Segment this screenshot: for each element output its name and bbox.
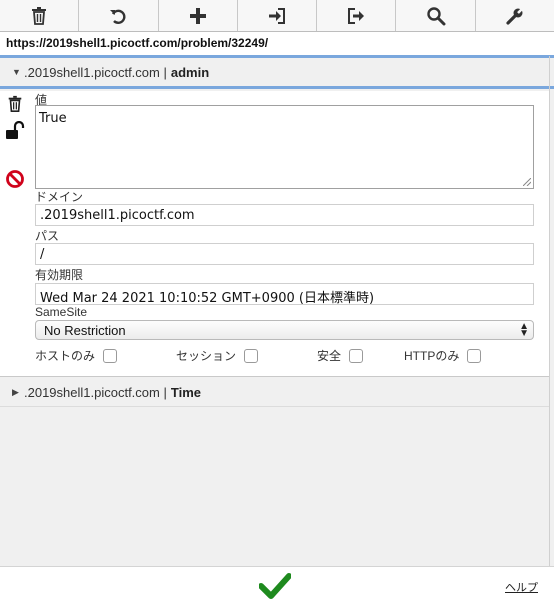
options-button[interactable] [476,0,554,31]
http-only-flag: HTTPのみ [404,347,482,364]
export-button[interactable] [317,0,397,31]
trash-icon [8,95,22,113]
path-label: パス [35,229,60,243]
protect-cookie-button[interactable] [4,120,26,142]
block-icon [6,170,24,188]
footer-bar: ヘルプ [0,566,554,601]
cookie-domain: .2019shell1.picoctf.com [24,385,160,400]
domain-field[interactable]: .2019shell1.picoctf.com [35,204,534,226]
search-button[interactable] [396,0,476,31]
import-button[interactable] [238,0,318,31]
samesite-label: SameSite [35,305,88,319]
path-field[interactable]: / [35,243,534,265]
trash-icon [32,6,47,25]
chevron-down-icon: ▼ [12,67,21,77]
secure-checkbox[interactable] [349,348,364,363]
expires-label: 有効期限 [35,268,84,282]
select-arrows-icon: ▲ ▼ [519,321,529,339]
expires-field[interactable]: Wed Mar 24 2021 10:10:52 GMT+0900 (日本標準時… [35,283,534,306]
secure-flag: 安全 [317,347,364,364]
cookie-name: admin [170,64,210,80]
reset-button[interactable] [79,0,159,31]
cookie-header-admin[interactable]: ▼ .2019shell1.picoctf.com | admin [0,58,549,86]
chevron-right-icon: ▶ [12,387,19,397]
delete-cookie-button[interactable] [4,93,26,115]
cookie-editor-panel: 値 True ドメイン .2019shell1.picoctf.com パス /… [0,91,549,377]
secure-label: 安全 [317,349,342,363]
toolbar [0,0,554,32]
value-text: True [39,111,67,126]
cookie-domain: .2019shell1.picoctf.com [24,64,160,80]
domain-label: ドメイン [35,190,84,204]
session-checkbox[interactable] [244,348,259,363]
search-icon [426,6,446,25]
scrollbar-track [549,56,550,566]
current-url: https://2019shell1.picoctf.com/problem/3… [0,32,554,56]
cookie-name: Time [170,385,201,400]
session-label: セッション [176,349,237,363]
unlock-icon [6,121,25,139]
cookie-separator: | [163,64,167,80]
session-flag: セッション [176,347,259,364]
http-only-label: HTTPのみ [404,349,460,363]
plus-icon [189,7,206,24]
host-only-checkbox[interactable] [103,348,118,363]
undo-icon [110,9,126,24]
host-only-label: ホストのみ [35,349,96,363]
export-icon [348,7,365,24]
cookie-header-time[interactable]: ▶ .2019shell1.picoctf.com | Time [0,379,549,407]
samesite-select[interactable]: No Restriction ▲ ▼ [35,320,534,340]
import-icon [268,7,285,24]
samesite-value: No Restriction [44,323,126,338]
http-only-checkbox[interactable] [467,348,482,363]
delete-all-button[interactable] [0,0,80,31]
value-textarea[interactable]: True [35,105,534,189]
divider-line [0,86,554,89]
wrench-icon [506,6,524,25]
save-check-icon[interactable] [259,571,291,599]
add-cookie-button[interactable] [159,0,238,31]
block-cookie-button[interactable] [4,168,26,190]
resize-handle-icon[interactable] [523,178,531,186]
host-only-flag: ホストのみ [35,347,118,364]
help-link[interactable]: ヘルプ [505,579,538,595]
cookie-separator: | [163,385,167,400]
